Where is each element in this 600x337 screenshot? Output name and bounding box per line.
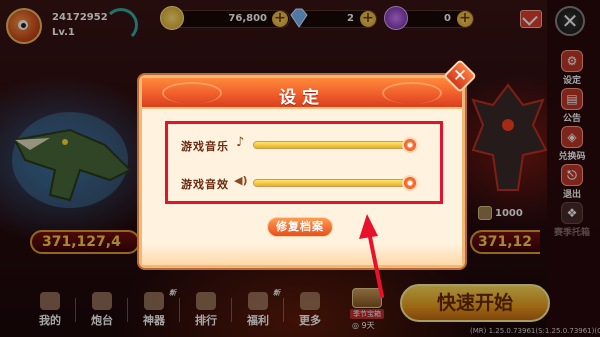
repair-save-button[interactable]: 修复档案 xyxy=(267,217,333,237)
close-icon: ✕ xyxy=(452,66,468,86)
dialog-title: 设定 xyxy=(279,88,325,108)
highlight-box xyxy=(165,121,443,204)
dialog-footer-ornament xyxy=(142,243,462,265)
dialog-header: 设定 xyxy=(142,78,462,109)
